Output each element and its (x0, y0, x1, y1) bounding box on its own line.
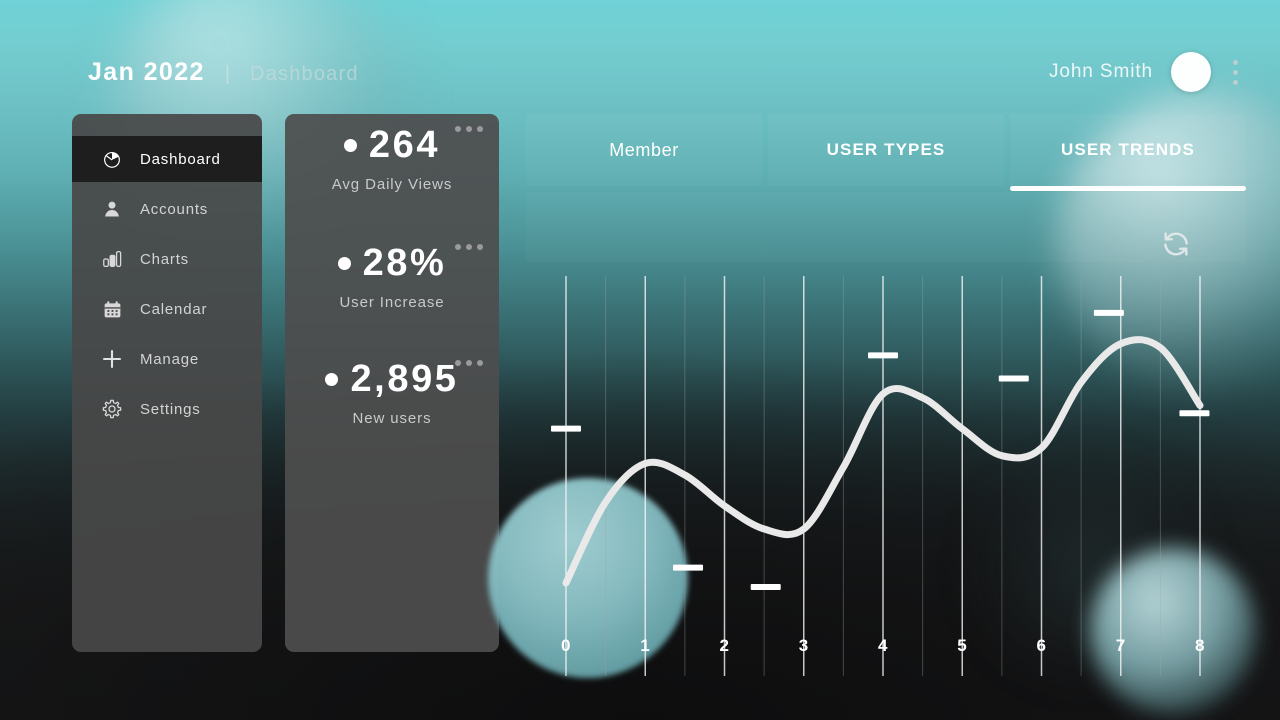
stat-label: User Increase (339, 294, 445, 311)
user-name: John Smith (1048, 61, 1153, 82)
stat-value: 264 (368, 124, 441, 166)
three-dots-icon[interactable] (455, 244, 483, 250)
kebab-menu-icon[interactable] (1229, 57, 1242, 88)
header-month: Jan 2022 (88, 58, 205, 86)
three-dots-icon[interactable] (455, 360, 483, 366)
sidebar-item-settings[interactable]: Settings (72, 386, 262, 432)
stat-user-increase: 28% User Increase (285, 244, 499, 311)
tab-panel-strip (526, 192, 1246, 262)
chart-x-tick: 2 (719, 636, 730, 655)
chart-x-tick: 7 (1115, 636, 1126, 655)
chart-x-tick: 5 (957, 636, 968, 655)
tab-label: USER TRENDS (1061, 140, 1195, 159)
tab-user-types[interactable]: USER TYPES (768, 114, 1004, 186)
sidebar-item-label: Accounts (140, 200, 209, 218)
stat-value: 28% (362, 242, 447, 284)
bar-chart-icon (100, 247, 124, 271)
tab-bar: Member USER TYPES USER TRENDS (526, 114, 1246, 191)
sidebar-item-manage[interactable]: Manage (72, 336, 262, 382)
chart-marker (551, 425, 581, 432)
header-user-area: John Smith (1049, 52, 1242, 92)
chart-marker (998, 375, 1029, 382)
tab-user-trends[interactable]: USER TRENDS (1010, 114, 1246, 191)
sidebar-item-label: Dashboard (140, 150, 221, 168)
tab-member[interactable]: Member (526, 114, 762, 186)
breadcrumb-separator: | (224, 63, 231, 85)
dot (477, 244, 483, 250)
chart-marker (750, 583, 781, 590)
sidebar-nav: Dashboard Accounts Charts Calendar Manag… (72, 136, 262, 436)
dot (466, 126, 472, 132)
sidebar-item-dashboard[interactable]: Dashboard (72, 136, 262, 182)
chart-gridlines (565, 276, 1201, 676)
chart-x-tick: 6 (1036, 636, 1047, 655)
bullet-icon (325, 372, 339, 386)
sidebar-item-charts[interactable]: Charts (72, 236, 262, 282)
chart-marker (1179, 410, 1210, 417)
app-header: Jan 2022 | Dashboard John Smith (0, 0, 1280, 112)
chart-x-tick: 3 (798, 636, 809, 655)
bullet-icon (337, 256, 351, 270)
chart-x-axis: 0 1 2 3 4 5 6 7 8 (520, 636, 1240, 662)
chart-marker (868, 352, 898, 359)
kebab-dot (1233, 59, 1238, 65)
user-trends-chart (520, 270, 1240, 690)
stat-label: Avg Daily Views (331, 176, 453, 193)
sidebar-item-label: Calendar (140, 300, 208, 318)
breadcrumb: Jan 2022 | Dashboard (88, 58, 359, 87)
sidebar-item-label: Settings (140, 400, 201, 418)
gear-icon (100, 397, 124, 421)
sidebar-item-label: Charts (140, 250, 189, 268)
refresh-sync-icon[interactable] (1160, 228, 1192, 260)
chart-marker (1093, 309, 1124, 316)
chart-x-tick: 1 (640, 636, 651, 655)
sidebar: Dashboard Accounts Charts Calendar Manag… (72, 114, 262, 652)
kebab-dot (1233, 79, 1238, 85)
three-dots-icon[interactable] (455, 126, 483, 132)
dot (455, 244, 461, 250)
sidebar-item-calendar[interactable]: Calendar (72, 286, 262, 332)
stat-avg-daily-views: 264 Avg Daily Views (285, 126, 499, 193)
dot (466, 360, 472, 366)
stat-new-users: 2,895 New users (285, 360, 499, 427)
dot (455, 360, 461, 366)
chart-x-tick: 4 (878, 636, 888, 655)
dot (477, 126, 483, 132)
chart-x-tick: 0 (561, 636, 571, 655)
dot (466, 244, 472, 250)
bullet-icon (343, 138, 357, 152)
dot (477, 360, 483, 366)
stat-value: 2,895 (350, 358, 459, 400)
pie-chart-icon (100, 147, 124, 171)
person-icon (100, 197, 124, 221)
chart-marker (673, 564, 704, 571)
dashboard-app: Jan 2022 | Dashboard John Smith Dashboar… (0, 0, 1280, 720)
stats-card: 264 Avg Daily Views 28% User Increase 2,… (285, 114, 499, 652)
avatar[interactable] (1171, 52, 1211, 92)
active-tab-indicator (1010, 186, 1246, 191)
chart-svg (551, 276, 1210, 676)
calendar-icon (100, 297, 124, 321)
kebab-dot (1233, 69, 1238, 75)
plus-icon (100, 347, 124, 371)
page-title: Dashboard (250, 63, 359, 85)
dot (455, 126, 461, 132)
sidebar-item-accounts[interactable]: Accounts (72, 186, 262, 232)
tab-label: Member (609, 139, 679, 160)
chart-x-tick: 8 (1195, 636, 1205, 655)
stat-label: New users (352, 410, 432, 427)
sidebar-item-label: Manage (140, 350, 200, 368)
tab-label: USER TYPES (826, 140, 946, 159)
